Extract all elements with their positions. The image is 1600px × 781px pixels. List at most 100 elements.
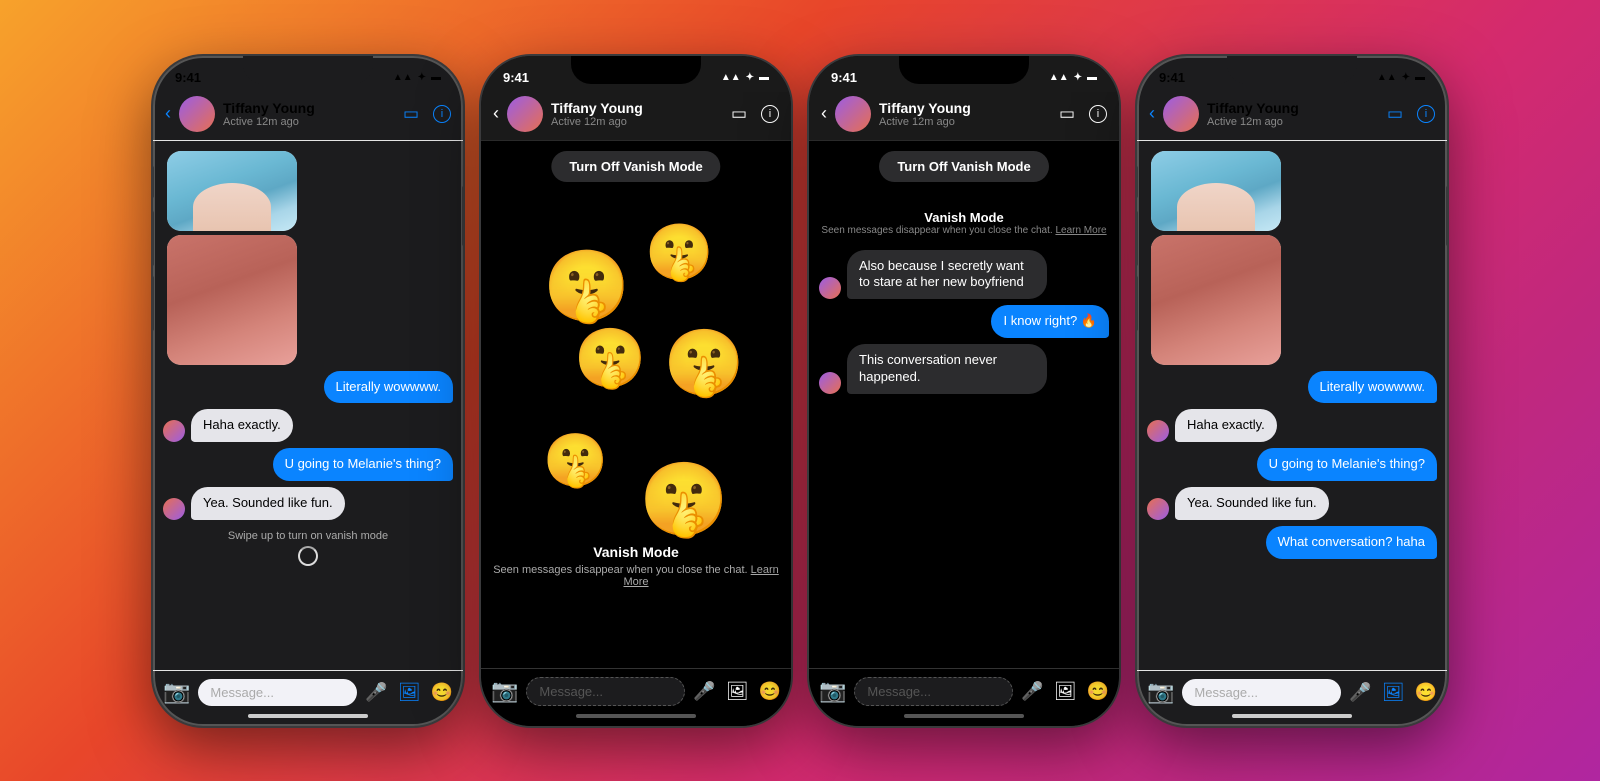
- back-button-2[interactable]: ‹: [493, 103, 499, 124]
- emoji-6: 🤫: [639, 457, 729, 542]
- signal-icon: ▲▲: [393, 72, 413, 83]
- header-actions-4: ▭ i: [1387, 104, 1435, 124]
- info-icon-4[interactable]: i: [1417, 105, 1435, 123]
- battery-icon-3: ▬: [1087, 72, 1097, 83]
- turn-off-vanish-btn-2[interactable]: Turn Off Vanish Mode: [551, 151, 720, 182]
- mic-icon-2[interactable]: 🎤: [693, 681, 715, 702]
- msg-row-p4-recv1: Haha exactly.: [1147, 409, 1437, 442]
- msg-avatar-1: [163, 420, 185, 442]
- home-indicator-2: [576, 714, 696, 718]
- phone-3: 9:41 ▲▲ ✦ ▬ ‹ Tiffany Young Active 12m a…: [809, 56, 1119, 726]
- message-input-4[interactable]: Message...: [1182, 679, 1341, 706]
- info-icon-3[interactable]: i: [1089, 105, 1107, 123]
- swipe-hint-1: Swipe up to turn on vanish mode: [163, 526, 453, 574]
- emoji-1: 🤫: [543, 246, 630, 328]
- notch-1: [243, 56, 373, 84]
- messages-area-1: Literally wowwww. Haha exactly. U going …: [153, 141, 463, 670]
- photo-icon-2[interactable]: 🖼: [726, 681, 749, 702]
- bubble-dark3: This conversation never happened.: [847, 344, 1047, 394]
- status-icons-3: ▲▲ ✦ ▬: [1049, 72, 1097, 83]
- contact-name-3: Tiffany Young: [879, 100, 1051, 116]
- back-button-4[interactable]: ‹: [1149, 103, 1155, 124]
- image-group-4: [1151, 151, 1437, 365]
- bubble-p4-recv2: Yea. Sounded like fun.: [1175, 487, 1329, 520]
- time-2: 9:41: [503, 70, 529, 85]
- signal-icon-4: ▲▲: [1377, 72, 1397, 83]
- image-group-1: [167, 151, 453, 365]
- msg-row-p4-sent2: U going to Melanie's thing?: [1147, 448, 1437, 481]
- phone-2: 9:41 ▲▲ ✦ ▬ ‹ Tiffany Young Active 12m a…: [481, 56, 791, 726]
- photo-icon-1[interactable]: 🖼: [398, 682, 421, 703]
- msg-row-sent2: U going to Melanie's thing?: [163, 448, 453, 481]
- sticker-icon-2[interactable]: 😊: [759, 681, 781, 702]
- mic-icon-1[interactable]: 🎤: [365, 682, 387, 703]
- bubble-p4-recv1: Haha exactly.: [1175, 409, 1277, 442]
- status-icons-2: ▲▲ ✦ ▬: [721, 72, 769, 83]
- wifi-icon-2: ✦: [746, 72, 754, 83]
- message-input-1[interactable]: Message...: [198, 679, 357, 706]
- video-icon-2[interactable]: ▭: [731, 104, 747, 124]
- mic-icon-3[interactable]: 🎤: [1021, 681, 1043, 702]
- contact-info-1: Tiffany Young Active 12m ago: [223, 100, 395, 128]
- video-icon-4[interactable]: ▭: [1387, 104, 1403, 124]
- back-button-1[interactable]: ‹: [165, 103, 171, 124]
- camera-input-icon-2[interactable]: 📷: [491, 678, 518, 704]
- status-icons-1: ▲▲ ✦ ▬: [393, 72, 441, 83]
- spinner-1: [298, 546, 318, 566]
- turn-off-vanish-btn-3[interactable]: Turn Off Vanish Mode: [879, 151, 1048, 182]
- camera-input-icon-1[interactable]: 📷: [163, 679, 190, 705]
- header-actions-2: ▭ i: [731, 104, 779, 124]
- video-icon-3[interactable]: ▭: [1059, 104, 1075, 124]
- bubble-p4-sent2: U going to Melanie's thing?: [1257, 448, 1437, 481]
- bubble-recv1: Haha exactly.: [191, 409, 293, 442]
- phone-4: 9:41 ▲▲ ✦ ▬ ‹ Tiffany Young Active 12m a…: [1137, 56, 1447, 726]
- mic-icon-4[interactable]: 🎤: [1349, 682, 1371, 703]
- msg-row-dark2: I know right? 🔥: [819, 305, 1109, 338]
- bubble-recv2: Yea. Sounded like fun.: [191, 487, 345, 520]
- bubble-p4-sent3: What conversation? haha: [1266, 526, 1437, 559]
- msg-row-p4-sent3: What conversation? haha: [1147, 526, 1437, 559]
- contact-info-2: Tiffany Young Active 12m ago: [551, 100, 723, 128]
- battery-icon: ▬: [431, 72, 441, 83]
- message-input-2[interactable]: Message...: [526, 677, 685, 706]
- msg-avatar-dark2: [819, 372, 841, 394]
- sticker-icon-4[interactable]: 😊: [1415, 682, 1437, 703]
- contact-avatar-1[interactable]: [179, 96, 215, 132]
- info-icon-1[interactable]: i: [433, 105, 451, 123]
- wifi-icon-4: ✦: [1402, 72, 1410, 83]
- message-input-3[interactable]: Message...: [854, 677, 1013, 706]
- back-button-3[interactable]: ‹: [821, 103, 827, 124]
- msg-row-sent1: Literally wowwww.: [163, 371, 453, 404]
- photo-icon-4[interactable]: 🖼: [1382, 682, 1405, 703]
- contact-info-3: Tiffany Young Active 12m ago: [879, 100, 1051, 128]
- header-actions-1: ▭ i: [403, 104, 451, 124]
- msg-row-dark1: Also because I secretly want to stare at…: [819, 250, 1109, 300]
- contact-status-4: Active 12m ago: [1207, 116, 1379, 128]
- vanish-info-2: Vanish Mode Seen messages disappear when…: [481, 544, 791, 588]
- contact-avatar-2[interactable]: [507, 96, 543, 132]
- photo-icon-3[interactable]: 🖼: [1054, 681, 1077, 702]
- input-actions-1: 🎤 🖼 😊: [365, 682, 453, 703]
- chat-header-2: ‹ Tiffany Young Active 12m ago ▭ i: [481, 92, 791, 141]
- learn-more-3[interactable]: Learn More: [1055, 225, 1106, 236]
- contact-avatar-4[interactable]: [1163, 96, 1199, 132]
- info-icon-2[interactable]: i: [761, 105, 779, 123]
- video-icon-1[interactable]: ▭: [403, 104, 419, 124]
- sticker-icon-3[interactable]: 😊: [1087, 681, 1109, 702]
- image-bubble-1a: [167, 151, 297, 231]
- sticker-icon-1[interactable]: 😊: [431, 682, 453, 703]
- chat-header-4: ‹ Tiffany Young Active 12m ago ▭ i: [1137, 92, 1447, 141]
- phone-1: 9:41 ▲▲ ✦ ▬ ‹ Tiffany Young Active 12m a…: [153, 56, 463, 726]
- contact-info-4: Tiffany Young Active 12m ago: [1207, 100, 1379, 128]
- header-actions-3: ▭ i: [1059, 104, 1107, 124]
- chat-header-3: ‹ Tiffany Young Active 12m ago ▭ i: [809, 92, 1119, 141]
- contact-name-4: Tiffany Young: [1207, 100, 1379, 116]
- camera-input-icon-4[interactable]: 📷: [1147, 679, 1174, 705]
- wifi-icon: ✦: [418, 72, 426, 83]
- contact-avatar-3[interactable]: [835, 96, 871, 132]
- msg-row-p4-recv2: Yea. Sounded like fun.: [1147, 487, 1437, 520]
- messages-area-4: Literally wowwww. Haha exactly. U going …: [1137, 141, 1447, 670]
- camera-input-icon-3[interactable]: 📷: [819, 678, 846, 704]
- time-3: 9:41: [831, 70, 857, 85]
- time-4: 9:41: [1159, 70, 1185, 85]
